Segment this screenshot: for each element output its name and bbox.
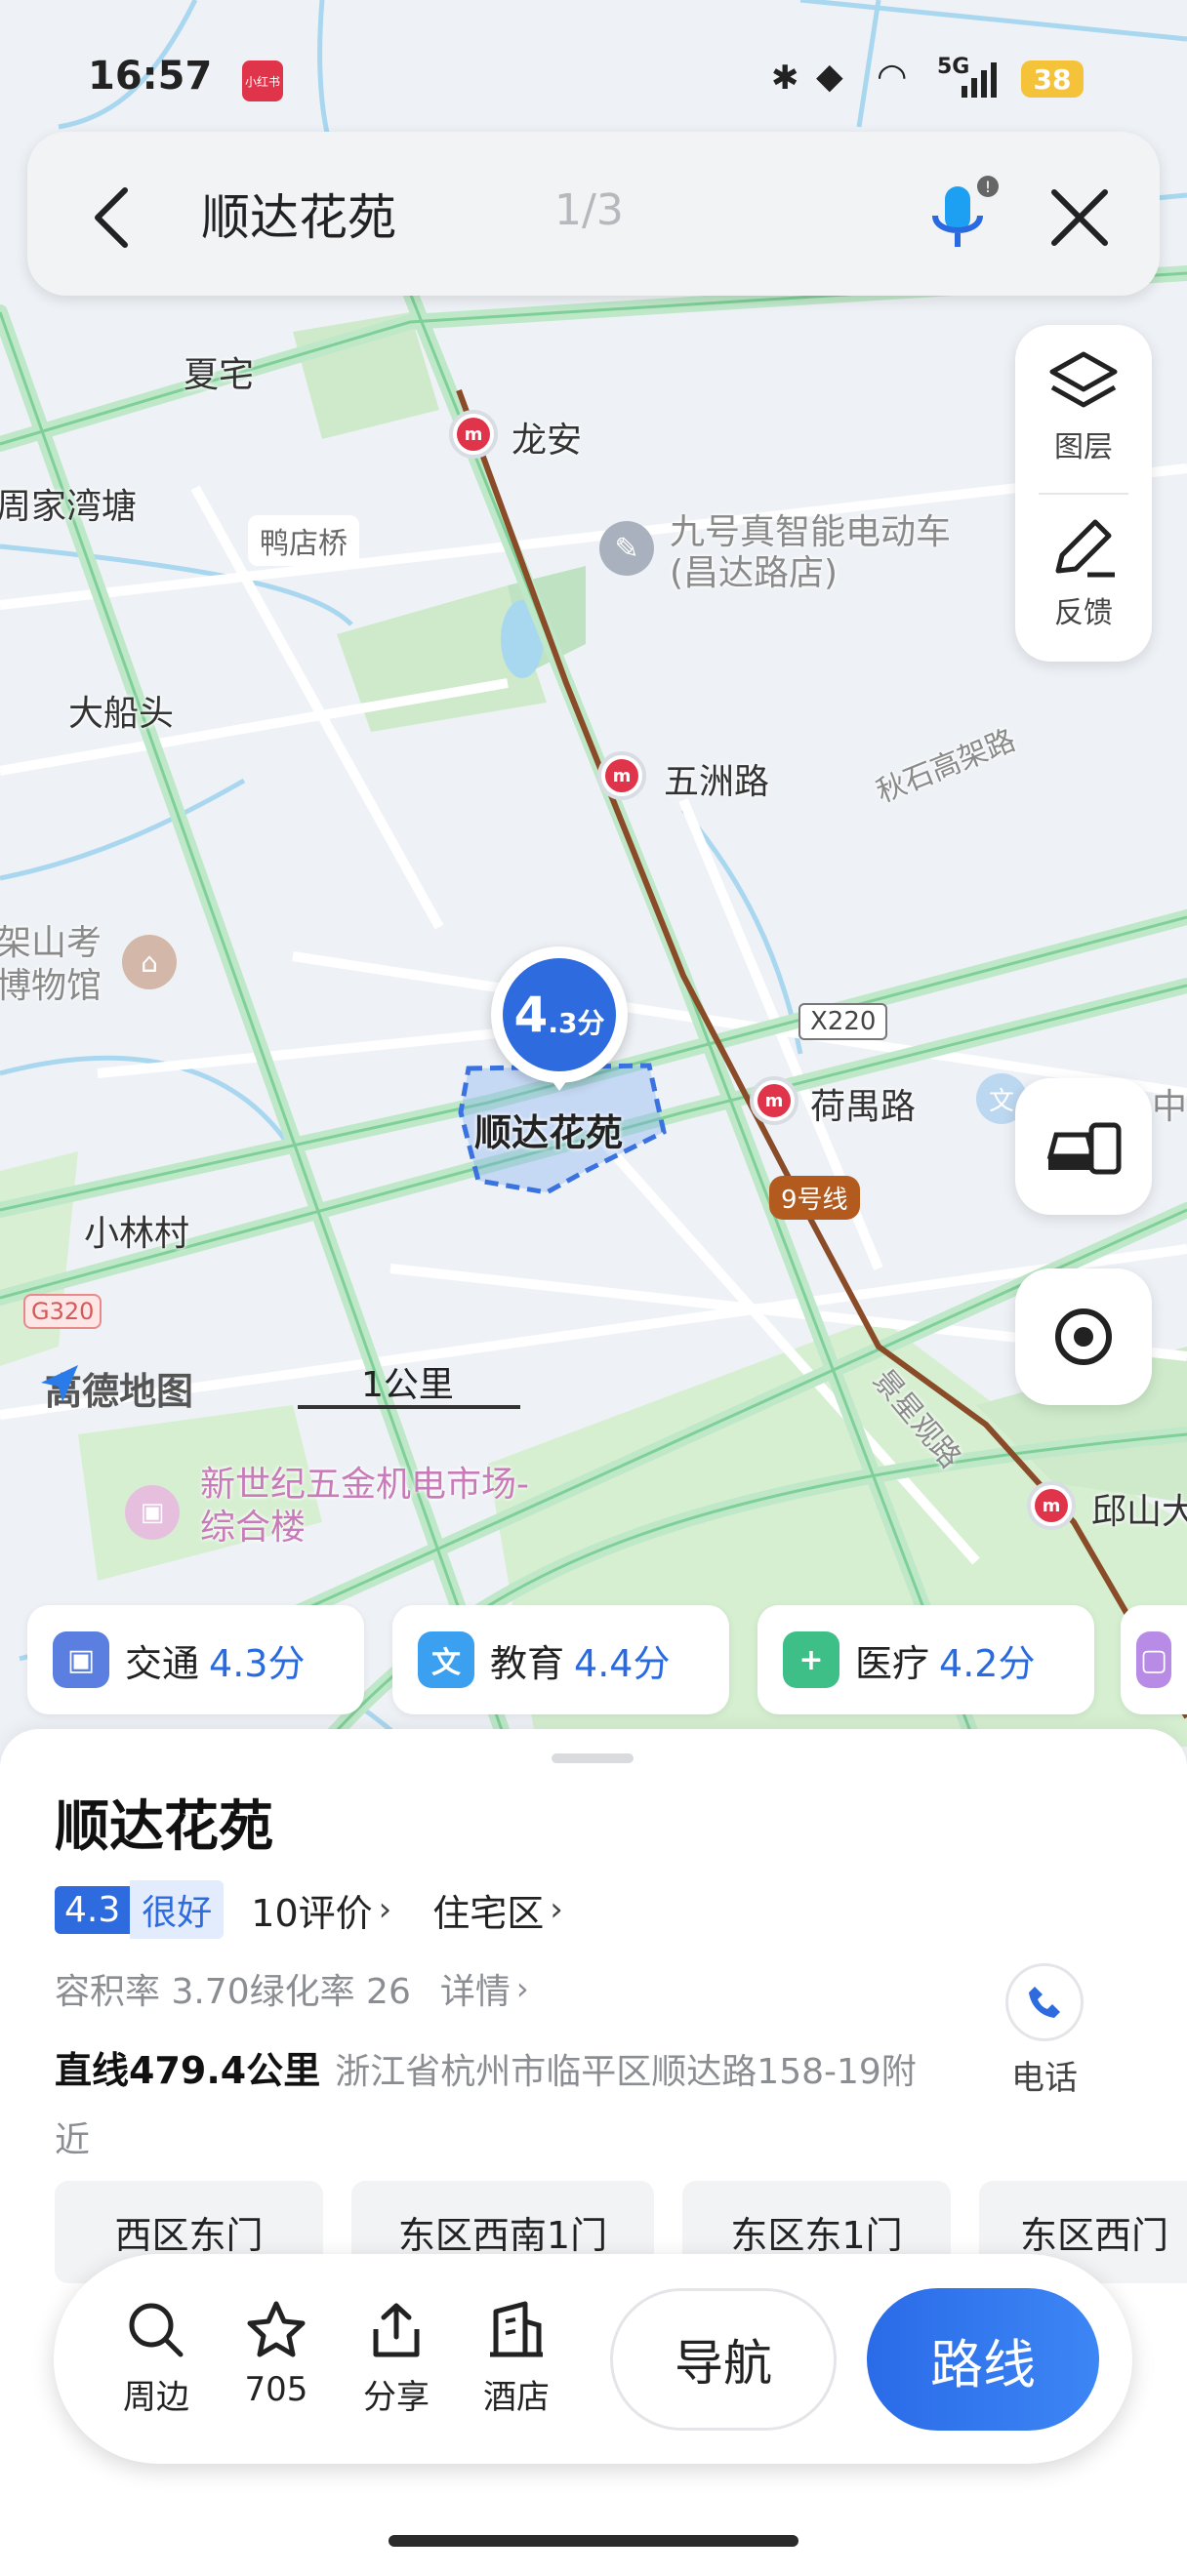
edit-icon — [1055, 519, 1115, 578]
layers-icon — [1049, 351, 1118, 408]
home-indicator[interactable] — [389, 2535, 798, 2547]
share-label: 分享 — [363, 2378, 430, 2417]
chip-education[interactable]: 文 教育 4.4分 — [392, 1605, 729, 1714]
wifi-icon: ◠ — [877, 57, 908, 97]
route-button[interactable]: 路线 — [867, 2288, 1099, 2431]
back-button[interactable] — [76, 179, 154, 257]
shopping-icon: ▢ — [1136, 1631, 1171, 1688]
score-small: .3分 — [548, 1007, 605, 1039]
details-info: 容积率 3.70绿化率 26 — [55, 1972, 411, 2012]
status-time: 16:57 — [88, 54, 213, 99]
search-bar[interactable]: 顺达花苑 1/3 ! — [27, 132, 1160, 296]
rating-word: 很好 — [130, 1880, 225, 1939]
address-line2: 近 — [55, 2120, 91, 2160]
chevron-right-icon: › — [378, 1890, 392, 1929]
locate-button[interactable] — [1015, 1268, 1152, 1405]
favorite-count: 705 — [244, 2370, 308, 2409]
navigate-button[interactable]: 导航 — [610, 2288, 837, 2431]
layers-label: 图层 — [1054, 430, 1113, 464]
nearby-label: 周边 — [123, 2378, 189, 2417]
address-block: 直线479.4公里 浙江省杭州市临平区顺达路158-19附 近 — [55, 2039, 982, 2178]
result-index: 1/3 — [554, 185, 624, 235]
back-icon — [95, 187, 128, 248]
chip-medical[interactable]: + 医疗 4.2分 — [757, 1605, 1094, 1714]
train-icon: ▣ — [53, 1631, 109, 1688]
map-controls-panel: 图层 反馈 — [1015, 325, 1152, 662]
rating-score: 4.3 — [55, 1885, 131, 1934]
feedback-label: 反馈 — [1054, 596, 1113, 630]
chevron-right-icon: › — [550, 1890, 563, 1929]
score-big: 4 — [513, 986, 549, 1043]
rating-row: 4.3 很好 10评价 › 住宅区 › — [55, 1880, 563, 1939]
signal-icon — [962, 60, 997, 98]
details-row: 容积率 3.70绿化率 26 详情 › — [55, 1963, 529, 2014]
car-phone-icon — [1046, 1122, 1122, 1175]
education-icon: 文 — [418, 1631, 474, 1688]
action-bar: 周边 705 分享 酒店 导航 路线 — [54, 2254, 1132, 2464]
area-label[interactable]: 顺达花苑 — [474, 1103, 623, 1156]
location-icon: ◆ — [816, 57, 843, 97]
chip-label: 教育 — [490, 1641, 565, 1685]
favorite-button[interactable]: 705 — [223, 2298, 330, 2409]
close-icon — [1051, 189, 1108, 246]
chip-transport[interactable]: ▣ 交通 4.3分 — [27, 1605, 364, 1714]
phone-icon — [1005, 1963, 1084, 2041]
battery-level: 38 — [1021, 60, 1084, 98]
category-link[interactable]: 住宅区 — [432, 1883, 544, 1937]
traffic-button[interactable] — [1015, 1078, 1152, 1215]
app-badge: 小红书 — [242, 60, 283, 101]
score-marker[interactable]: 4.3分 — [491, 946, 628, 1091]
share-button[interactable]: 分享 — [343, 2298, 450, 2418]
medical-icon: + — [783, 1631, 839, 1688]
divider — [1039, 493, 1128, 495]
reviews-link[interactable]: 10评价 — [251, 1883, 372, 1937]
nearby-button[interactable]: 周边 — [102, 2298, 210, 2418]
hotel-label: 酒店 — [483, 2378, 550, 2417]
chip-value: 4.2分 — [939, 1641, 1036, 1685]
hotel-icon — [490, 2301, 543, 2357]
hotel-button[interactable]: 酒店 — [463, 2298, 570, 2418]
drag-handle[interactable] — [552, 1753, 634, 1763]
share-icon — [373, 2303, 420, 2357]
chip-label: 医疗 — [855, 1641, 930, 1685]
layers-button[interactable]: 图层 — [1015, 344, 1152, 491]
chip-more[interactable]: ▢ — [1121, 1605, 1187, 1714]
place-title: 顺达花苑 — [55, 1795, 273, 1859]
locate-icon — [1055, 1308, 1112, 1365]
address-line1: 浙江省杭州市临平区顺达路158-19附 — [335, 2052, 917, 2092]
chip-label: 交通 — [125, 1641, 200, 1685]
close-button[interactable] — [1039, 177, 1121, 259]
search-query[interactable]: 顺达花苑 — [201, 179, 396, 249]
feedback-button[interactable]: 反馈 — [1015, 510, 1152, 657]
phone-button[interactable]: 电话 — [1001, 1963, 1088, 2099]
details-link[interactable]: 详情 — [440, 1963, 511, 2014]
svg-text:!: ! — [985, 178, 991, 196]
search-icon — [129, 2303, 184, 2357]
distance: 直线479.4公里 — [55, 2049, 321, 2092]
chip-value: 4.4分 — [574, 1641, 671, 1685]
bluetooth-icon: ✱ — [771, 59, 799, 98]
microphone-icon: ! — [932, 176, 999, 247]
chevron-right-icon: › — [515, 1970, 529, 2007]
star-icon — [247, 2301, 306, 2357]
voice-button[interactable]: ! — [918, 173, 1005, 261]
chip-value: 4.3分 — [209, 1641, 306, 1685]
phone-label: 电话 — [1011, 2059, 1078, 2098]
